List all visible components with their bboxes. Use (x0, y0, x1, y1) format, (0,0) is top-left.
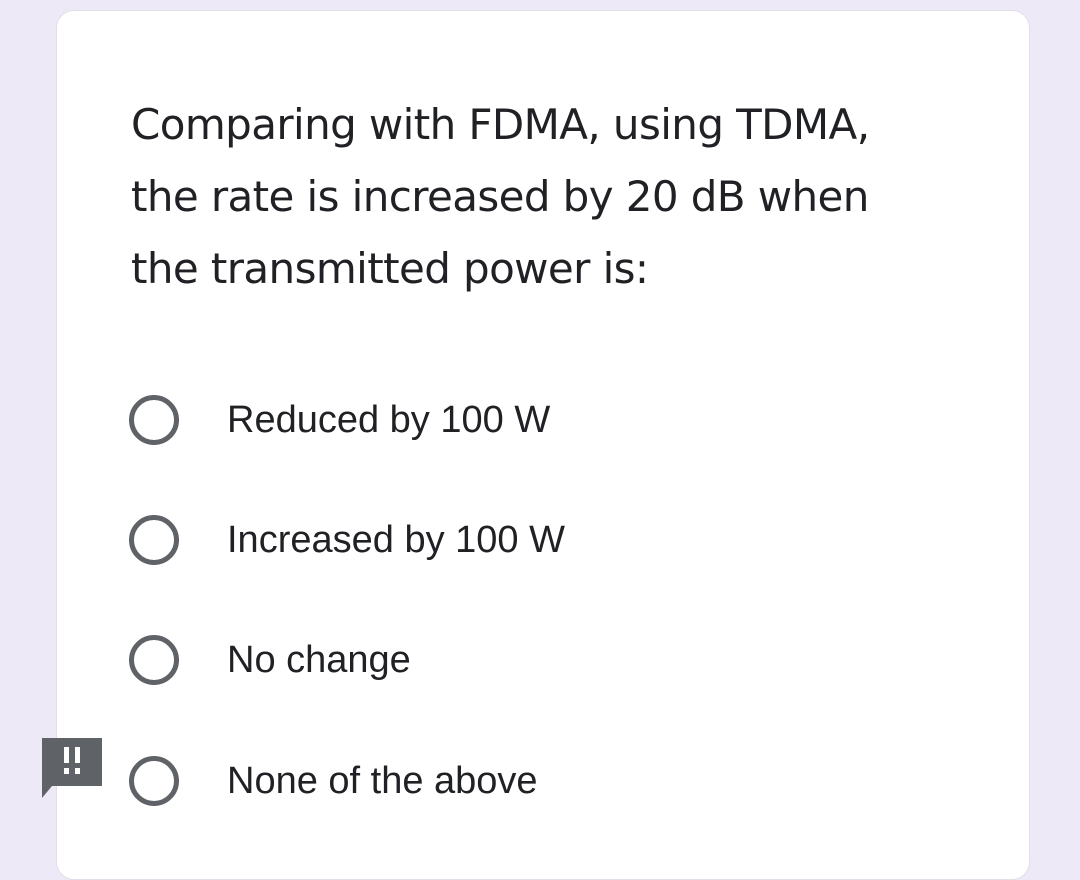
exclamation-icon[interactable] (42, 738, 102, 798)
option-label: None of the above (227, 759, 538, 802)
radio-button-icon[interactable] (129, 395, 179, 445)
radio-button-icon[interactable] (129, 515, 179, 565)
radio-button-icon[interactable] (129, 756, 179, 806)
option-none-of-the-above[interactable]: None of the above (129, 749, 929, 813)
option-no-change[interactable]: No change (129, 628, 929, 692)
option-increased-100w[interactable]: Increased by 100 W (129, 508, 929, 572)
option-label: Increased by 100 W (227, 518, 565, 561)
question-line: Comparing with FDMA, using TDMA, (131, 100, 870, 149)
option-reduced-100w[interactable]: Reduced by 100 W (129, 388, 929, 452)
option-label: Reduced by 100 W (227, 398, 551, 441)
question-card: Comparing with FDMA, using TDMA, the rat… (56, 10, 1030, 880)
question-text: Comparing with FDMA, using TDMA, the rat… (131, 89, 971, 305)
question-line: the rate is increased by 20 dB when (131, 172, 869, 221)
radio-button-icon[interactable] (129, 635, 179, 685)
question-line: the transmitted power is: (131, 244, 649, 293)
option-label: No change (227, 638, 411, 681)
